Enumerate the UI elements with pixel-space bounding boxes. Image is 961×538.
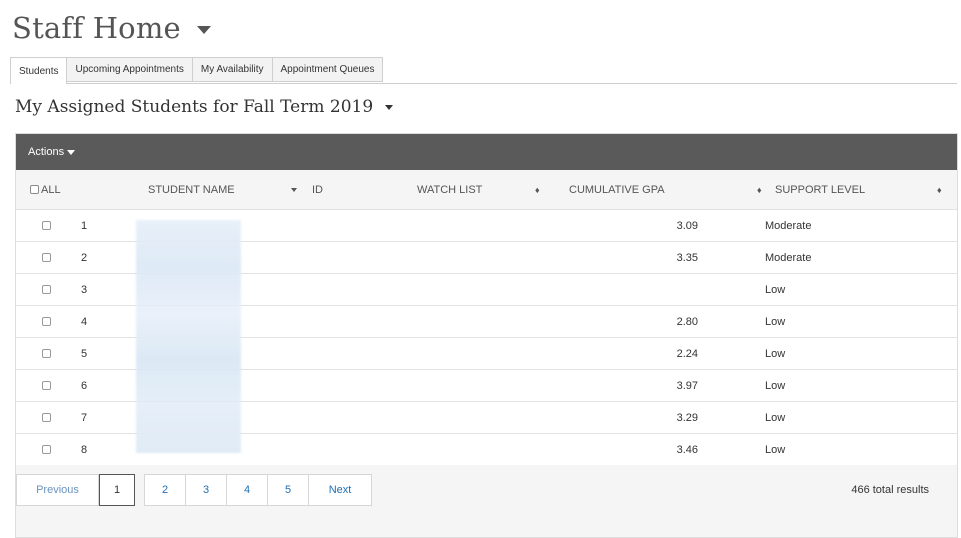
student-name-sort[interactable] <box>291 170 297 209</box>
row-number: 7 <box>81 411 88 424</box>
table-header: ALL STUDENT NAME ID WATCH LIST ♦ CUMULAT… <box>16 170 957 209</box>
term-selector[interactable]: My Assigned Students for Fall Term 2019 <box>15 94 394 120</box>
column-id[interactable]: ID <box>312 170 323 209</box>
row-number: 5 <box>81 347 88 360</box>
gpa-value: 3.29 <box>676 411 698 424</box>
column-support-level[interactable]: SUPPORT LEVEL <box>775 170 865 209</box>
page-4-button[interactable]: 4 <box>226 474 268 506</box>
gpa-value: 3.35 <box>676 251 698 264</box>
page-1-button[interactable]: 1 <box>99 474 135 506</box>
column-student-name[interactable]: STUDENT NAME <box>148 170 235 209</box>
page-5-button[interactable]: 5 <box>267 474 309 506</box>
actions-label: Actions <box>28 146 65 158</box>
tab-upcoming-appointments[interactable]: Upcoming Appointments <box>67 57 193 82</box>
gpa-value: 3.97 <box>676 379 698 392</box>
row-number: 3 <box>81 283 88 296</box>
select-all-label: ALL <box>41 183 61 196</box>
select-all[interactable]: ALL <box>30 170 61 209</box>
gpa-value: 2.80 <box>676 315 698 328</box>
page-3-button[interactable]: 3 <box>185 474 227 506</box>
row-checkbox[interactable] <box>42 349 51 358</box>
row-checkbox[interactable] <box>42 253 51 262</box>
page-title[interactable]: Staff Home <box>12 6 211 50</box>
sort-icon[interactable]: ♦ <box>757 185 762 195</box>
actions-toolbar: Actions <box>16 134 957 170</box>
row-checkbox[interactable] <box>42 285 51 294</box>
column-cumulative-gpa[interactable]: CUMULATIVE GPA <box>569 170 665 209</box>
students-panel: Actions ALL STUDENT NAME ID WATCH LIST ♦… <box>15 133 958 538</box>
row-number: 2 <box>81 251 88 264</box>
support-level-value: Low <box>765 411 786 424</box>
row-number: 8 <box>81 443 88 456</box>
support-level-value: Low <box>765 315 786 328</box>
tab-my-availability[interactable]: My Availability <box>192 57 273 82</box>
support-level-value: Low <box>765 347 786 360</box>
gpa-value: 2.24 <box>676 347 698 360</box>
page-title-text: Staff Home <box>12 11 181 45</box>
total-results: 466 total results <box>851 484 929 496</box>
row-checkbox[interactable] <box>42 221 51 230</box>
caret-down-icon <box>67 149 76 155</box>
watch-list-header: WATCH LIST <box>417 183 483 196</box>
redacted-student-names <box>136 220 241 453</box>
row-checkbox[interactable] <box>42 445 51 454</box>
page-2-button[interactable]: 2 <box>144 474 186 506</box>
support-level-value: Moderate <box>765 251 812 264</box>
tab-students[interactable]: Students <box>10 57 68 84</box>
support-level-sort[interactable]: ♦ <box>937 170 942 209</box>
row-checkbox[interactable] <box>42 317 51 326</box>
pagination: Previous 1 2 3 4 5 Next 466 total result… <box>16 474 959 508</box>
sort-icon[interactable]: ♦ <box>937 185 942 195</box>
next-page-button[interactable]: Next <box>308 474 372 506</box>
student-name-header: STUDENT NAME <box>148 183 235 196</box>
row-checkbox[interactable] <box>42 413 51 422</box>
support-level-value: Moderate <box>765 219 812 232</box>
row-checkbox[interactable] <box>42 381 51 390</box>
watch-list-sort[interactable]: ♦ <box>535 170 540 209</box>
tab-bar: Students Upcoming Appointments My Availa… <box>10 57 957 84</box>
sort-icon[interactable]: ♦ <box>535 185 540 195</box>
gpa-value: 3.46 <box>676 443 698 456</box>
id-header: ID <box>312 183 323 196</box>
row-number: 4 <box>81 315 88 328</box>
previous-page-button[interactable]: Previous <box>16 474 99 506</box>
support-level-header: SUPPORT LEVEL <box>775 183 866 196</box>
gpa-value: 3.09 <box>676 219 698 232</box>
gpa-header: CUMULATIVE GPA <box>569 183 665 196</box>
support-level-value: Low <box>765 283 786 296</box>
support-level-value: Low <box>765 443 786 456</box>
row-number: 1 <box>81 219 88 232</box>
actions-button[interactable]: Actions <box>28 146 76 158</box>
tab-appointment-queues[interactable]: Appointment Queues <box>272 57 384 82</box>
sort-down-icon[interactable] <box>291 187 297 192</box>
chevron-down-icon[interactable] <box>385 104 394 110</box>
column-watch-list[interactable]: WATCH LIST <box>417 170 482 209</box>
select-all-checkbox[interactable] <box>30 185 39 194</box>
chevron-down-icon[interactable] <box>196 26 211 34</box>
row-number: 6 <box>81 379 88 392</box>
support-level-value: Low <box>765 379 786 392</box>
section-title: My Assigned Students for Fall Term 2019 <box>15 97 374 117</box>
gpa-sort[interactable]: ♦ <box>757 170 762 209</box>
